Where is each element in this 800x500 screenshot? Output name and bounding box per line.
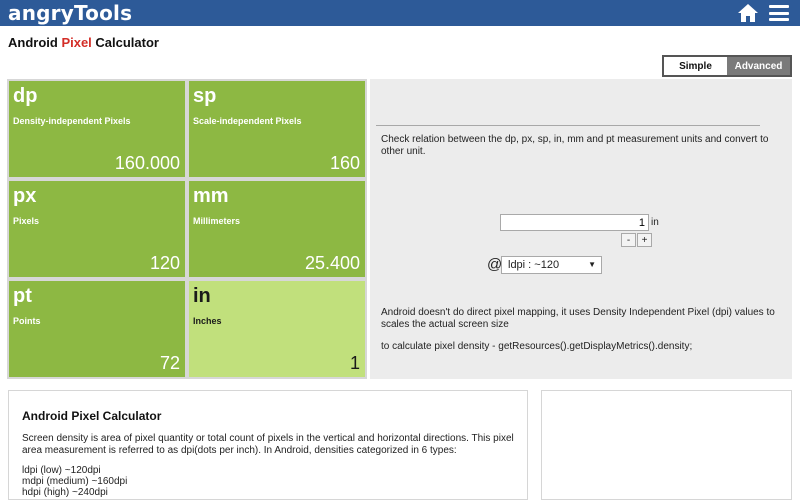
hamburger-menu-icon[interactable] — [769, 5, 789, 21]
tile-px[interactable]: px Pixels 120 — [9, 181, 185, 277]
tile-unit: mm — [193, 185, 229, 207]
tile-value: 160 — [329, 153, 360, 173]
tile-unit: in — [193, 285, 211, 307]
converter-description: Check relation between the dp, px, sp, i… — [381, 134, 769, 157]
tile-unit: pt — [13, 285, 32, 307]
density-list: ldpi (low) ~120dpi mdpi (medium) ~160dpi… — [22, 465, 127, 498]
tile-sp[interactable]: sp Scale-independent Pixels 160 — [189, 81, 365, 177]
tile-mm[interactable]: mm Millimeters 25.400 — [189, 181, 365, 277]
tile-name: Millimeters — [193, 216, 241, 226]
ad-placeholder — [541, 390, 792, 500]
converter-panel: Check relation between the dp, px, sp, i… — [370, 79, 792, 379]
home-icon[interactable] — [737, 3, 759, 23]
pixel-mapping-note: Android doesn't do direct pixel mapping,… — [381, 307, 775, 330]
tile-name: Points — [13, 316, 41, 326]
tile-pt[interactable]: pt Points 72 — [9, 281, 185, 377]
divider — [376, 125, 760, 126]
increment-button[interactable]: + — [637, 233, 652, 247]
tile-value: 1 — [349, 353, 360, 373]
list-item: mdpi (medium) ~160dpi — [22, 476, 128, 487]
article-body: Screen density is area of pixel quantity… — [22, 433, 514, 456]
simple-mode-button[interactable]: Simple — [664, 57, 727, 75]
tile-unit: sp — [193, 85, 217, 107]
tile-name: Inches — [193, 316, 222, 326]
page-title-suffix: Calculator — [91, 35, 159, 50]
tile-in[interactable]: in Inches 1 — [189, 281, 365, 377]
advanced-mode-button[interactable]: Advanced — [727, 57, 790, 75]
density-selected-value: ldpi : ~120 — [508, 259, 560, 271]
top-navigation-bar: angryTools — [0, 0, 800, 26]
tile-name: Pixels — [13, 216, 40, 226]
mode-toggle: Simple Advanced — [662, 55, 792, 77]
article-title: Android Pixel Calculator — [22, 409, 162, 423]
page-title: Android Pixel Calculator — [8, 35, 159, 50]
density-code-note: to calculate pixel density - getResource… — [381, 341, 693, 352]
list-item: hdpi (high) ~240dpi — [22, 487, 108, 498]
tile-value: 72 — [159, 353, 180, 373]
tile-value: 120 — [149, 253, 180, 273]
at-sign: @ — [487, 256, 503, 273]
tile-unit: px — [13, 185, 37, 207]
dropdown-caret-icon: ▼ — [588, 260, 596, 269]
unit-grid: dp Density-independent Pixels 160.000 sp… — [7, 79, 367, 379]
page-title-prefix: Android — [8, 35, 62, 50]
site-logo[interactable]: angryTools — [8, 1, 132, 25]
tile-value: 160.000 — [114, 153, 180, 173]
input-unit-label: in — [651, 217, 659, 228]
article-card: Android Pixel Calculator Screen density … — [8, 390, 528, 500]
list-item: ldpi (low) ~120dpi — [22, 465, 101, 476]
density-select[interactable]: ldpi : ~120 ▼ — [501, 256, 602, 274]
tile-dp[interactable]: dp Density-independent Pixels 160.000 — [9, 81, 185, 177]
page-title-highlight: Pixel — [61, 35, 92, 50]
decrement-button[interactable]: - — [621, 233, 636, 247]
tile-unit: dp — [13, 85, 38, 107]
value-input[interactable] — [500, 214, 649, 231]
tile-name: Scale-independent Pixels — [193, 116, 302, 126]
tile-name: Density-independent Pixels — [13, 116, 131, 126]
tile-value: 25.400 — [304, 253, 360, 273]
